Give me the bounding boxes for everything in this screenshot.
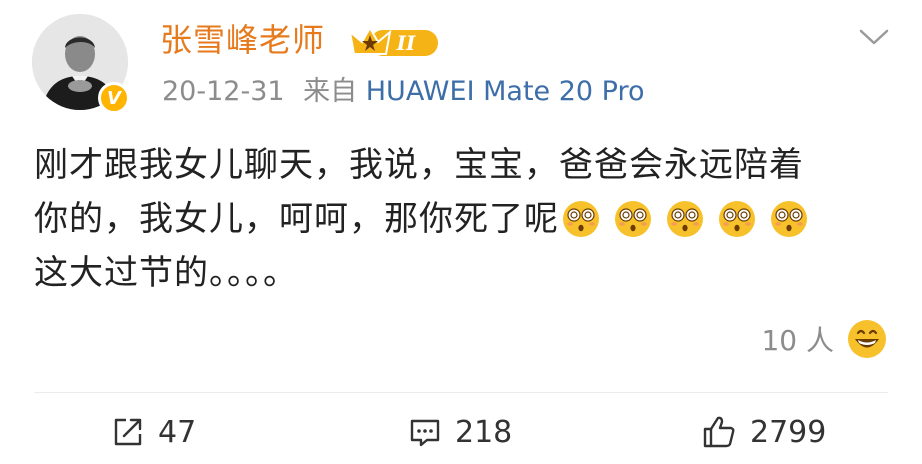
source-device[interactable]: HUAWEI Mate 20 Pro [366,76,645,107]
reactions-summary[interactable]: 10 人 [761,318,888,360]
post-content: 刚才跟我女儿聊天，我说，宝宝，爸爸会永远陪着 你的，我女儿，呵呵，那你死了呢 这… [34,138,894,300]
post-date: 20-12-31 [162,76,285,107]
flushed-face-icon [563,201,599,237]
flushed-face-icon [719,201,755,237]
flushed-face-icon [771,201,807,237]
verified-badge: V [98,82,130,114]
content-line-2: 你的，我女儿，呵呵，那你死了呢 [34,192,894,246]
content-line-1: 刚才跟我女儿聊天，我说，宝宝，爸爸会永远陪着 [34,145,804,185]
comment-icon [410,419,440,447]
emoji-row [561,199,809,239]
flushed-face-icon [615,201,651,237]
repost-count: 47 [158,414,197,450]
action-bar: 47 218 2799 [0,408,922,456]
like-button[interactable]: 2799 [700,408,826,456]
username[interactable]: 张雪峰老师 [160,20,325,60]
thumbs-up-icon [703,416,735,448]
chevron-down-icon[interactable] [858,26,890,48]
content-line-3: 这大过节的。。。。 [34,253,298,293]
grinning-face-icon [848,320,886,358]
content-line-2-text: 你的，我女儿，呵呵，那你死了呢 [34,199,559,239]
vip-level-text: II [396,31,416,55]
comment-button[interactable]: 218 [407,408,512,456]
reactions-count: 10 人 [761,324,834,357]
like-count: 2799 [750,414,827,450]
flushed-face-icon [667,201,703,237]
repost-icon [114,418,142,446]
post-meta: 20-12-31 来自 HUAWEI Mate 20 Pro [162,74,645,110]
repost-button[interactable]: 47 [110,408,196,456]
source-prefix: 来自 [303,76,358,107]
comment-count: 218 [455,414,513,450]
vip-crown-badge[interactable]: II [348,24,442,60]
divider [34,392,888,393]
